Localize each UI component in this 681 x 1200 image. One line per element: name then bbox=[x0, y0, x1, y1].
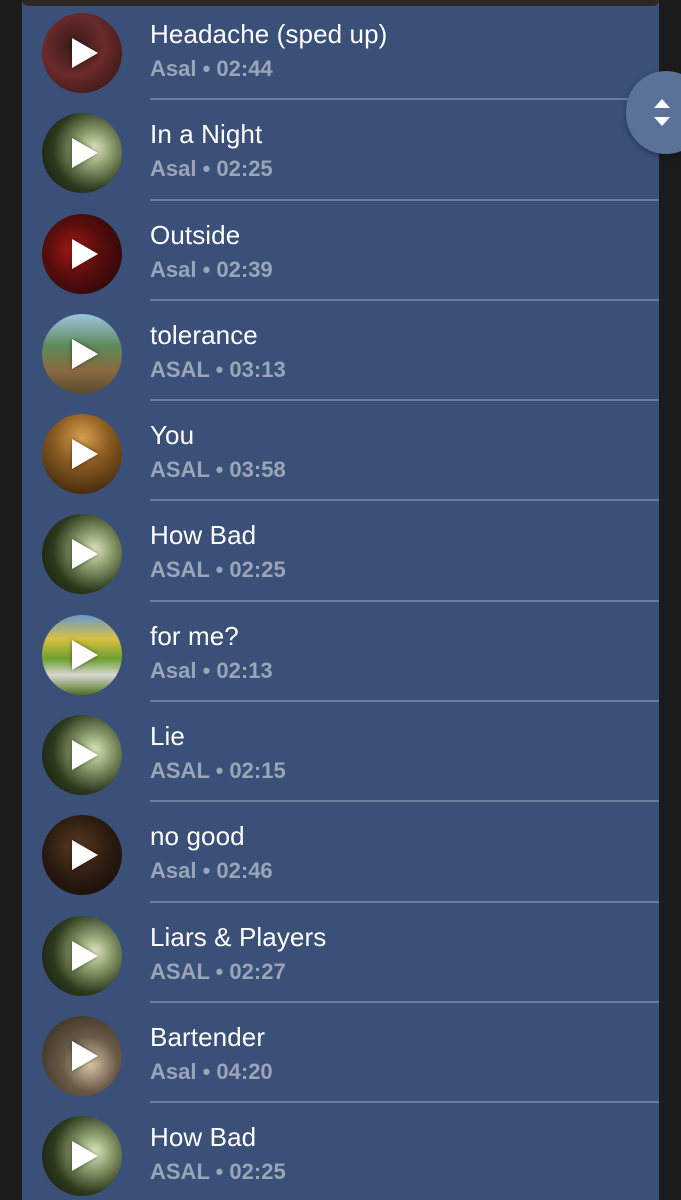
track-item[interactable]: How Bad ASAL • 02:25 bbox=[22, 1103, 659, 1200]
track-item[interactable]: In a Night Asal • 02:25 bbox=[22, 100, 659, 201]
play-icon[interactable] bbox=[72, 238, 98, 269]
cover-art[interactable] bbox=[42, 514, 122, 595]
track-title: In a Night bbox=[150, 119, 263, 150]
scroll-up-icon bbox=[654, 99, 670, 108]
cover-art[interactable] bbox=[42, 1116, 122, 1197]
cover-art[interactable] bbox=[42, 815, 122, 896]
track-title: You bbox=[150, 420, 195, 451]
track-meta: Asal • 02:44 bbox=[150, 56, 273, 81]
track-title: Headache (sped up) bbox=[150, 19, 388, 49]
track-meta: Asal • 02:25 bbox=[150, 156, 273, 182]
play-icon[interactable] bbox=[72, 1040, 98, 1071]
play-icon[interactable] bbox=[72, 338, 98, 369]
scroll-down-icon bbox=[654, 117, 670, 126]
track-item[interactable]: Bartender Asal • 04:20 bbox=[22, 1003, 659, 1104]
track-meta: ASAL • 02:27 bbox=[150, 958, 286, 984]
track-meta: ASAL • 02:15 bbox=[150, 758, 286, 784]
play-icon[interactable] bbox=[72, 539, 98, 570]
track-item[interactable]: Lie ASAL • 02:15 bbox=[22, 702, 659, 803]
play-icon[interactable] bbox=[72, 740, 98, 771]
play-icon[interactable] bbox=[72, 439, 98, 470]
cover-art[interactable] bbox=[42, 1015, 122, 1096]
track-title: Liars & Players bbox=[150, 921, 327, 952]
track-meta: ASAL • 03:13 bbox=[150, 356, 286, 382]
play-icon[interactable] bbox=[72, 639, 98, 670]
screen: Headache (sped up) Asal • 02:44 In a Nig… bbox=[0, 0, 681, 1200]
track-item[interactable]: Outside Asal • 02:39 bbox=[22, 201, 659, 301]
track-meta: Asal • 02:46 bbox=[150, 858, 273, 884]
track-meta: Asal • 02:13 bbox=[150, 657, 273, 683]
track-title: no good bbox=[150, 821, 245, 852]
track-title: Bartender bbox=[150, 1021, 266, 1052]
track-list: Headache (sped up) Asal • 02:44 In a Nig… bbox=[22, 0, 659, 1200]
track-title: How Bad bbox=[150, 1122, 257, 1153]
play-icon[interactable] bbox=[72, 940, 98, 971]
track-title: Outside bbox=[150, 219, 241, 250]
cover-art[interactable] bbox=[42, 414, 122, 495]
track-meta: ASAL • 02:25 bbox=[150, 557, 286, 583]
cover-art[interactable] bbox=[42, 13, 122, 93]
track-title: for me? bbox=[150, 620, 239, 651]
track-title: tolerance bbox=[150, 319, 258, 350]
track-item[interactable]: for me? Asal • 02:13 bbox=[22, 602, 659, 703]
cover-art[interactable] bbox=[42, 313, 122, 394]
track-meta: ASAL • 02:25 bbox=[150, 1159, 286, 1185]
cover-art[interactable] bbox=[42, 715, 122, 796]
play-icon[interactable] bbox=[72, 38, 98, 68]
track-meta: ASAL • 03:58 bbox=[150, 457, 286, 483]
track-item[interactable]: no good Asal • 02:46 bbox=[22, 802, 659, 903]
track-meta: Asal • 02:39 bbox=[150, 256, 273, 282]
play-icon[interactable] bbox=[72, 138, 98, 169]
cover-art[interactable] bbox=[42, 614, 122, 695]
top-strip bbox=[22, 0, 659, 6]
track-title: Lie bbox=[150, 721, 185, 752]
track-item[interactable]: tolerance ASAL • 03:13 bbox=[22, 301, 659, 402]
track-item[interactable]: How Bad ASAL • 02:25 bbox=[22, 501, 659, 602]
cover-art[interactable] bbox=[42, 915, 122, 996]
track-item[interactable]: Headache (sped up) Asal • 02:44 bbox=[22, 0, 659, 101]
track-item[interactable]: Liars & Players ASAL • 02:27 bbox=[22, 903, 659, 1003]
cover-art[interactable] bbox=[42, 113, 122, 194]
cover-art[interactable] bbox=[42, 213, 122, 294]
track-title: How Bad bbox=[150, 520, 257, 551]
track-item[interactable]: You ASAL • 03:58 bbox=[22, 401, 659, 502]
tracklist-panel: Headache (sped up) Asal • 02:44 In a Nig… bbox=[22, 0, 659, 1200]
play-icon[interactable] bbox=[72, 1141, 98, 1172]
track-meta: Asal • 04:20 bbox=[150, 1058, 273, 1084]
play-icon[interactable] bbox=[72, 840, 98, 871]
